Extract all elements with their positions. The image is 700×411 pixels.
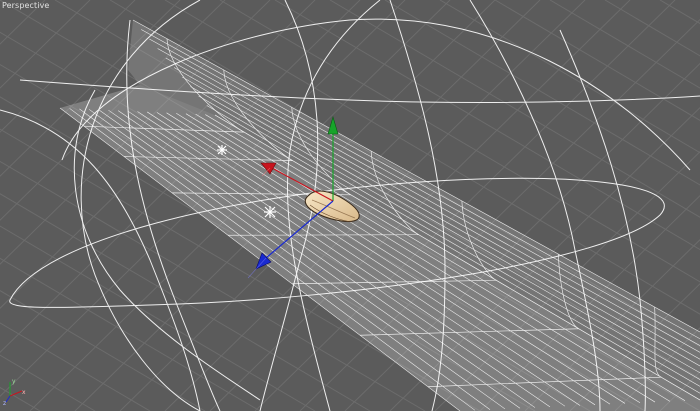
axis-label-x: x xyxy=(22,389,26,396)
axis-label-z: z xyxy=(3,400,7,407)
omni-light-2[interactable] xyxy=(264,206,276,218)
perspective-viewport[interactable]: Perspective y x z xyxy=(0,0,700,411)
viewport-label[interactable]: Perspective xyxy=(2,1,49,10)
axis-label-y: y xyxy=(12,378,16,385)
viewport-canvas[interactable] xyxy=(0,0,700,411)
gizmo-y-arrow[interactable] xyxy=(327,115,339,135)
omni-light-1[interactable] xyxy=(217,145,227,155)
